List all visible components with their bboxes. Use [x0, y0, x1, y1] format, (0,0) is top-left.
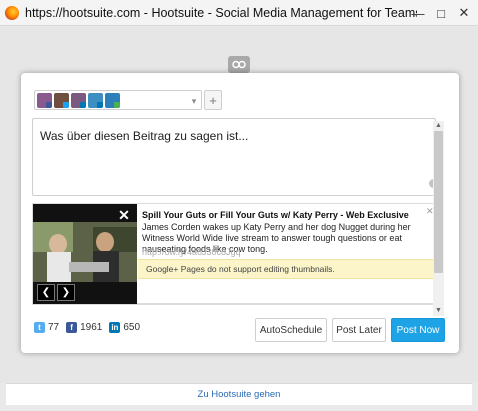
count-value: 77	[48, 321, 60, 333]
share-counts: t 77 f 1961 in 650	[34, 320, 147, 334]
compose-dialog: ▾ + Was über diesen Beitrag zu sagen ist…	[21, 73, 459, 353]
window-title: https://hootsuite.com - Hootsuite - Soci…	[25, 5, 417, 20]
profile-avatar[interactable]	[54, 92, 69, 108]
twitter-icon: t	[34, 321, 45, 333]
maximize-button[interactable]: □	[432, 4, 450, 22]
chevron-down-icon[interactable]: ▾	[188, 96, 200, 106]
firefox-icon	[5, 5, 19, 20]
editor-divider	[32, 304, 436, 313]
twitter-badge-icon	[63, 101, 69, 108]
remove-thumbnail-button[interactable]: ✕	[117, 208, 131, 222]
linkedin-count: in 650	[109, 321, 141, 333]
previous-thumbnail-button[interactable]: ❮	[37, 284, 55, 301]
scroll-up-icon[interactable]: ▲	[433, 121, 444, 130]
preview-title: Spill Your Guts or Fill Your Guts w/ Kat…	[142, 210, 409, 220]
thumbnail-image	[33, 222, 137, 282]
scroll-thumb[interactable]	[434, 131, 443, 273]
linkedin-badge-icon	[97, 101, 103, 108]
close-window-button[interactable]: ✕	[455, 4, 473, 22]
twitter-count: t 77	[34, 321, 60, 333]
minimize-button[interactable]: —	[409, 4, 427, 22]
facebook-icon: f	[66, 321, 78, 333]
go-to-hootsuite-link[interactable]: Zu Hootsuite gehen	[198, 389, 281, 400]
facebook-count: f 1961	[66, 321, 103, 333]
count-value: 1961	[80, 321, 103, 333]
thumbnail-notice: Google+ Pages do not support editing thu…	[138, 259, 435, 279]
autoschedule-button[interactable]: AutoSchedule	[255, 318, 327, 342]
next-thumbnail-button[interactable]: ❯	[57, 284, 75, 301]
facebook-badge-icon	[46, 101, 52, 108]
profile-avatar[interactable]	[105, 92, 120, 108]
hootsuite-owl-icon	[228, 56, 250, 73]
window-titlebar: https://hootsuite.com - Hootsuite - Soci…	[0, 0, 478, 26]
link-preview: ✕ ❮ ❯ Spill Your Guts or Fill Your Guts …	[32, 203, 435, 304]
count-value: 650	[123, 321, 141, 333]
add-profile-button[interactable]: +	[204, 90, 222, 110]
post-later-button[interactable]: Post Later	[332, 318, 386, 342]
scroll-down-icon[interactable]: ▼	[433, 306, 444, 315]
profile-selector[interactable]	[34, 90, 202, 110]
message-input[interactable]: Was über diesen Beitrag zu sagen ist...	[32, 118, 436, 196]
google-plus-badge-icon	[114, 101, 120, 108]
linkedin-badge-icon	[80, 101, 86, 108]
profile-avatar[interactable]	[71, 92, 86, 108]
profile-avatar[interactable]	[88, 92, 103, 108]
page-footer: Zu Hootsuite gehen	[6, 383, 472, 405]
preview-thumbnail: ✕ ❮ ❯	[33, 204, 137, 304]
preview-url: http://ow.ly/4a6J30c8Jgq	[142, 247, 241, 257]
profile-avatar[interactable]	[37, 92, 52, 108]
linkedin-icon: in	[109, 321, 121, 333]
post-now-button[interactable]: Post Now	[391, 318, 445, 342]
compose-scrollbar[interactable]: ▲ ▼	[433, 121, 444, 316]
